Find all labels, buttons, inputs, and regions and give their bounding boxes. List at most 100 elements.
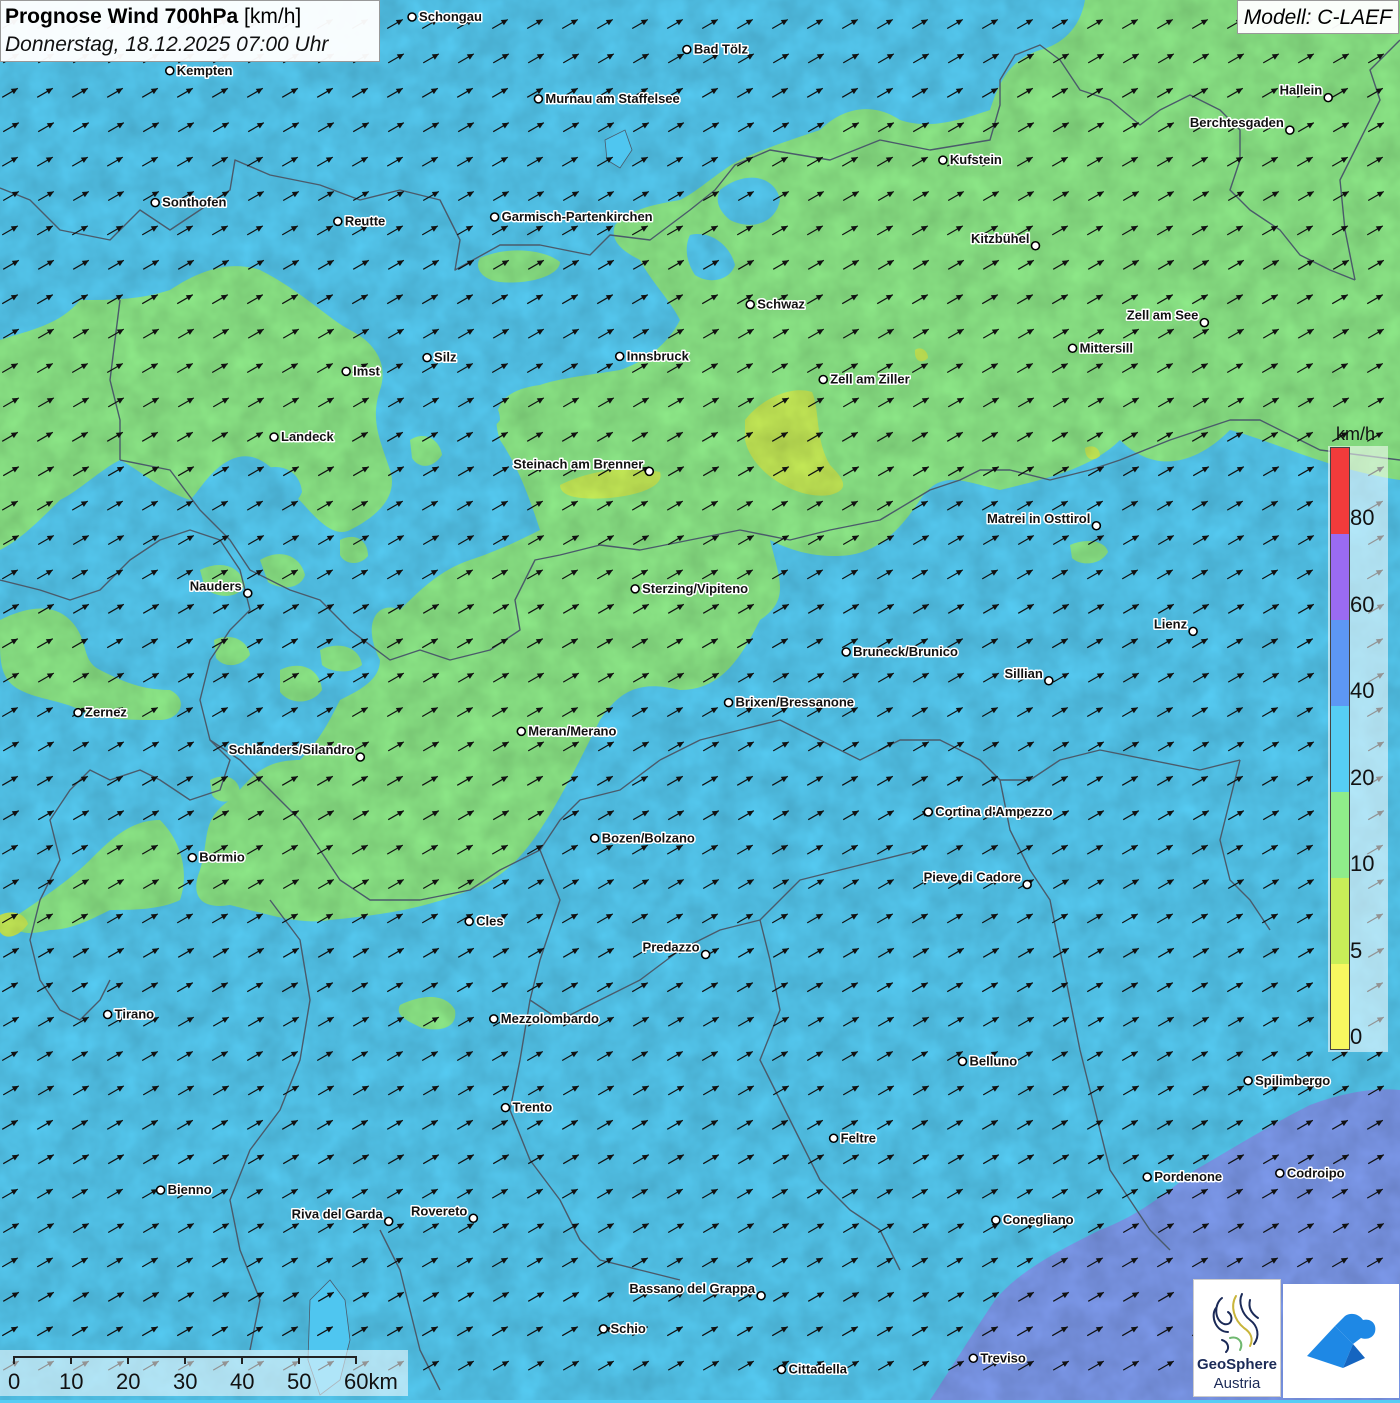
- city-dot: [841, 647, 851, 657]
- legend-segment: [1331, 533, 1349, 621]
- city-label: Brixen/Bressanone: [736, 695, 855, 710]
- city-dot: [422, 352, 432, 363]
- wind-map[interactable]: Schongau Bad Tölz Kempten Murnau am Staffel…: [0, 0, 1400, 1400]
- city-dot: [73, 707, 83, 718]
- city-label: Bruneck/Brunico: [853, 644, 958, 659]
- city-label: Codroipo: [1287, 1165, 1345, 1180]
- city-dot: [818, 374, 829, 385]
- city-label: Treviso: [980, 1350, 1026, 1365]
- city-dot: [598, 1324, 609, 1334]
- city-dot: [164, 65, 175, 76]
- city-dot: [923, 807, 934, 817]
- city-label: Matrei in Osttirol: [987, 511, 1090, 526]
- city-label: Nauders: [190, 578, 242, 593]
- city-label: Bassano del Grappa: [629, 1281, 755, 1296]
- city-murnau-am-staffelsee[interactable]: Murnau am Staffelsee: [533, 89, 681, 107]
- legend-tick-label: 60: [1350, 591, 1375, 617]
- city-dot: [991, 1215, 1001, 1225]
- city-codroipo[interactable]: Codroipo: [1275, 1164, 1346, 1182]
- legend-tick-label: 10: [1350, 851, 1375, 876]
- city-label: Landeck: [281, 429, 335, 444]
- city-label: Steinach am Brenner: [513, 456, 643, 471]
- city-sterzing-vipiteno[interactable]: Sterzing/Vipiteno: [630, 579, 750, 597]
- legend-tick-label: 0: [1350, 1024, 1363, 1049]
- city-dot: [1091, 520, 1102, 531]
- scale-tick: [13, 1356, 15, 1364]
- city-label: Cles: [476, 913, 503, 928]
- city-label: Sillian: [1005, 666, 1043, 681]
- city-label: Sterzing/Vipiteno: [642, 581, 748, 596]
- city-brixen-bressanone[interactable]: Brixen/Bressanone: [723, 693, 856, 711]
- city-dot: [516, 726, 527, 737]
- city-label: Conegliano: [1003, 1212, 1074, 1227]
- model-label: Modell: C-LAEF: [1236, 0, 1399, 34]
- city-conegliano[interactable]: Conegliano: [991, 1211, 1075, 1229]
- weather-app-logo[interactable]: [1283, 1284, 1399, 1398]
- city-label: Garmisch-Partenkirchen: [502, 209, 653, 224]
- city-garmisch-partenkirchen[interactable]: Garmisch-Partenkirchen: [489, 208, 654, 226]
- mountain-cloud-icon: [1307, 1313, 1376, 1368]
- city-dot: [1323, 92, 1333, 103]
- city-label: Sonthofen: [162, 195, 226, 210]
- city-dot: [776, 1364, 787, 1375]
- city-label: Mezzolombardo: [501, 1011, 599, 1026]
- city-dot: [355, 752, 366, 762]
- city-dot: [630, 584, 640, 594]
- city-label: Meran/Merano: [528, 723, 616, 738]
- city-dot: [957, 1056, 968, 1067]
- city-dot: [828, 1133, 839, 1144]
- city-label: Belluno: [969, 1053, 1017, 1068]
- city-dot: [1243, 1075, 1253, 1086]
- city-label: Bad Tölz: [694, 42, 749, 57]
- scale-tick: [127, 1356, 129, 1364]
- city-dot: [500, 1102, 511, 1113]
- geosphere-logo[interactable]: GeoSphere Austria: [1193, 1279, 1281, 1397]
- legend-segment: [1331, 448, 1349, 535]
- city-cortina-d-ampezzo[interactable]: Cortina d'Ampezzo: [923, 803, 1054, 821]
- city-label: Spilimbergo: [1255, 1073, 1330, 1088]
- legend-tick-label: 80: [1350, 505, 1375, 530]
- city-spilimbergo[interactable]: Spilimbergo: [1243, 1071, 1332, 1089]
- legend-tick-label: 40: [1350, 678, 1375, 703]
- city-pordenone[interactable]: Pordenone: [1142, 1168, 1224, 1186]
- city-label: Schio: [610, 1321, 645, 1336]
- scale-tick: [70, 1356, 72, 1364]
- city-mezzolombardo[interactable]: Mezzolombardo: [488, 1009, 601, 1027]
- city-innsbruck[interactable]: Innsbruck: [614, 347, 691, 365]
- city-dot: [1142, 1172, 1153, 1182]
- scale-label: 30: [173, 1369, 198, 1394]
- city-dot: [488, 1014, 499, 1024]
- geosphere-subtitle: Austria: [1213, 1375, 1261, 1392]
- scale-label: 40: [230, 1369, 255, 1394]
- city-sonthofen[interactable]: Sonthofen: [150, 193, 228, 211]
- city-label: Rovereto: [411, 1203, 467, 1218]
- scale-label: 0: [8, 1369, 21, 1394]
- city-label: Reutte: [345, 213, 385, 228]
- city-label: Mittersill: [1080, 340, 1133, 355]
- city-dot: [533, 94, 544, 104]
- map-title-box: Prognose Wind 700hPa [km/h] Donnerstag, …: [0, 0, 380, 62]
- city-bozen-bolzano[interactable]: Bozen/Bolzano: [589, 829, 696, 847]
- city-dot: [723, 697, 734, 708]
- legend-colorbar: [1330, 447, 1350, 1050]
- map-title-unit: [km/h]: [238, 5, 302, 28]
- city-dot: [187, 852, 198, 863]
- legend-segment: [1331, 963, 1349, 1050]
- city-schongau[interactable]: Schongau: [407, 8, 483, 26]
- city-label: Tirano: [115, 1007, 155, 1022]
- city-bruneck-brunico[interactable]: Bruneck/Brunico: [841, 643, 959, 661]
- city-label: Bienno: [168, 1182, 212, 1197]
- city-dot: [468, 1213, 479, 1224]
- city-zell-am-ziller[interactable]: Zell am Ziller: [818, 370, 911, 388]
- city-dot: [1044, 675, 1054, 686]
- city-dot: [102, 1009, 113, 1020]
- legend-segment: [1331, 705, 1349, 792]
- city-cittadella[interactable]: Cittadella: [776, 1360, 849, 1378]
- city-label: Pordenone: [1154, 1169, 1222, 1184]
- city-dot: [1199, 317, 1210, 328]
- city-label: Schongau: [419, 9, 482, 24]
- map-title-bold: Prognose Wind 700hPa: [5, 5, 239, 28]
- city-label: Zell am Ziller: [830, 372, 909, 387]
- city-dot: [756, 1290, 766, 1301]
- city-meran-merano[interactable]: Meran/Merano: [516, 722, 618, 740]
